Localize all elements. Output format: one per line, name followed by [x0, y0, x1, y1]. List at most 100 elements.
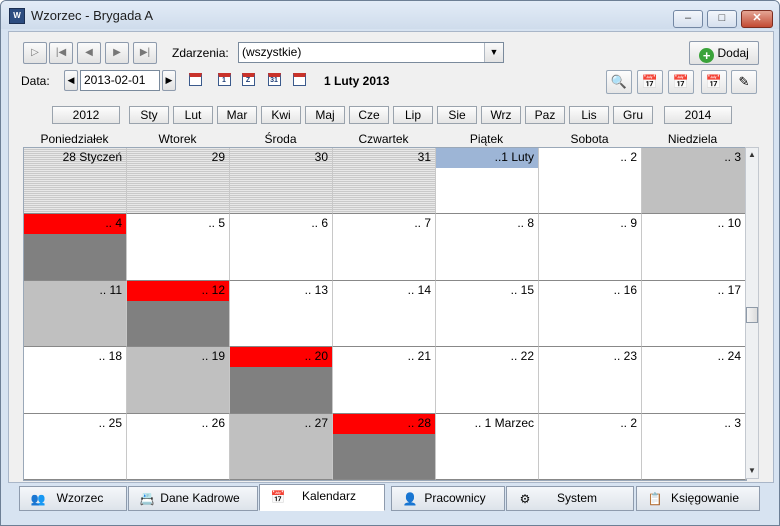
month-button[interactable]: Lip	[393, 106, 433, 124]
month-button[interactable]: Lis	[569, 106, 609, 124]
tab-wzorzec[interactable]: 👥 Wzorzec	[19, 486, 127, 511]
calendar-day-cell[interactable]: .. 24	[642, 347, 746, 414]
calendar-day-cell[interactable]: .. 28	[333, 413, 436, 480]
bottom-tabs: 👥 Wzorzec 📇 Dane Kadrowe 📅 Kalendarz 👤 Pracowni…	[19, 484, 760, 512]
calendar-day-cell[interactable]: .. 4	[24, 214, 127, 281]
calendar-day-cell[interactable]: .. 17	[642, 280, 746, 348]
list-view-icon[interactable]	[289, 70, 309, 90]
calendar-day-cell[interactable]: .. 5	[127, 214, 230, 281]
calendar-day-cell[interactable]: .. 6	[230, 214, 333, 281]
day-header: Środa	[264, 132, 297, 146]
calendar-user-icon[interactable]: 📅	[637, 70, 663, 94]
close-button[interactable]: ✕	[741, 10, 773, 28]
maximize-button[interactable]: □	[707, 10, 737, 28]
calendar-day-cell[interactable]: .. 27	[230, 413, 333, 480]
calendar-day-cell[interactable]: .. 18	[24, 347, 127, 414]
month-button[interactable]: Cze	[349, 106, 389, 124]
month-button[interactable]: Kwi	[261, 106, 301, 124]
tab-ksiegowanie[interactable]: 📋 Księgowanie	[636, 486, 760, 511]
calendar-day-cell[interactable]: 29	[127, 148, 230, 215]
calendar-day-cell[interactable]: .. 25	[24, 413, 127, 480]
events-select[interactable]: (wszystkie) ▼	[238, 42, 504, 63]
calendar-day-cell[interactable]: .. 2	[539, 148, 642, 215]
calendar-day-cell[interactable]: .. 23	[539, 347, 642, 414]
calendar-day-cell[interactable]: .. 10	[642, 214, 746, 281]
calendar-day-cell[interactable]: .. 21	[333, 347, 436, 414]
calendar-day-cell[interactable]: .. 15	[436, 280, 539, 348]
vertical-scrollbar[interactable]: ▲ ▼	[745, 147, 759, 479]
calendar-day-cell[interactable]: .. 14	[333, 280, 436, 348]
scroll-up-icon[interactable]: ▲	[746, 149, 758, 161]
day-number: .. 2	[620, 415, 637, 430]
tab-system[interactable]: ⚙ System	[506, 486, 634, 511]
day-header: Poniedziałek	[40, 132, 109, 146]
day-number: .. 21	[407, 349, 431, 364]
date-prev-button[interactable]: ◀	[64, 70, 78, 91]
calendar-clock-icon[interactable]: 📅	[668, 70, 694, 94]
last-button[interactable]: ▶|	[133, 42, 157, 64]
events-label: Zdarzenia:	[172, 46, 229, 60]
calendar-day-cell[interactable]: .. 20	[230, 347, 333, 414]
search-icon[interactable]: 🔍	[606, 70, 632, 94]
calendar-day-cell[interactable]: .. 26	[127, 413, 230, 480]
day-header: Niedziela	[667, 132, 718, 146]
scroll-thumb[interactable]	[746, 307, 758, 323]
day-header: Piątek	[469, 132, 504, 146]
month-button[interactable]: Maj	[305, 106, 345, 124]
window-title: Wzorzec - Brygada A	[31, 8, 154, 23]
title-bar[interactable]: W Wzorzec - Brygada A – □ ✕	[1, 1, 779, 29]
month-button[interactable]: Gru	[613, 106, 653, 124]
month-button[interactable]: Sie	[437, 106, 477, 124]
play-button[interactable]: ▷	[23, 42, 47, 64]
tab-system-label: System	[556, 491, 597, 505]
date-next-button[interactable]: ▶	[162, 70, 176, 91]
calendar-day-cell[interactable]: 30	[230, 148, 333, 215]
next-button[interactable]: ▶	[105, 42, 129, 64]
day-view-icon[interactable]: 1	[214, 70, 234, 90]
add-button[interactable]: + Dodaj	[689, 41, 759, 65]
week-view-icon[interactable]: Z	[238, 70, 258, 90]
chevron-down-icon[interactable]: ▼	[484, 43, 503, 62]
month-grid-icon[interactable]	[185, 70, 205, 90]
calendar-day-cell[interactable]: .. 2	[539, 413, 642, 480]
calendar-day-cell[interactable]: 28 Styczeń	[24, 148, 127, 215]
calendar-day-cell[interactable]: .. 16	[539, 280, 642, 348]
tab-pracownicy[interactable]: 👤 Pracownicy	[391, 486, 505, 511]
calendar-day-cell[interactable]: 31	[333, 148, 436, 215]
month-button[interactable]: Paz	[525, 106, 565, 124]
calendar-day-cell[interactable]: .. 11	[24, 280, 127, 348]
main-window: W Wzorzec - Brygada A – □ ✕ ▷ |◀ ◀ ▶ ▶| Zdar…	[0, 0, 780, 526]
month-view-icon[interactable]: 31	[264, 70, 284, 90]
day-number: .. 19	[201, 349, 225, 364]
calendar-day-cell[interactable]: .. 7	[333, 214, 436, 281]
prev-button[interactable]: ◀	[77, 42, 101, 64]
minimize-button[interactable]: –	[673, 10, 703, 28]
month-button[interactable]: Lut	[173, 106, 213, 124]
calendar-grid-icon[interactable]: 📅	[701, 70, 727, 94]
calendar-day-cell[interactable]: .. 3	[642, 148, 746, 215]
day-number: .. 16	[613, 282, 637, 297]
month-button[interactable]: Mar	[217, 106, 257, 124]
month-button[interactable]: Wrz	[481, 106, 521, 124]
first-button[interactable]: |◀	[49, 42, 73, 64]
calendar-day-cell[interactable]: ..1 Luty	[436, 148, 539, 215]
calendar-day-cell[interactable]: .. 19	[127, 347, 230, 414]
calendar-day-cell[interactable]: .. 9	[539, 214, 642, 281]
calendar-day-cell[interactable]: .. 3	[642, 413, 746, 480]
date-input[interactable]: 2013-02-01	[80, 70, 160, 91]
pencil-icon[interactable]: ✎	[731, 70, 757, 94]
tab-dane-kadrowe[interactable]: 📇 Dane Kadrowe	[128, 486, 258, 511]
calendar-grid: 28 Styczeń 29 30 31 ..1 Luty .. 2 .. 3 .. 4 .. 5…	[23, 147, 747, 481]
year-prev-button[interactable]: 2012	[52, 106, 120, 124]
calendar-day-cell[interactable]: .. 12	[127, 280, 230, 348]
tab-kalendarz[interactable]: 📅 Kalendarz	[259, 484, 385, 511]
year-next-button[interactable]: 2014	[664, 106, 732, 124]
day-number: .. 12	[201, 282, 225, 297]
calendar-day-cell[interactable]: .. 1 Marzec	[436, 413, 539, 480]
calendar-day-cell[interactable]: .. 22	[436, 347, 539, 414]
week-view-icon-glyph: Z	[241, 73, 255, 86]
calendar-day-cell[interactable]: .. 13	[230, 280, 333, 348]
month-button[interactable]: Sty	[129, 106, 169, 124]
scroll-down-icon[interactable]: ▼	[746, 465, 758, 477]
calendar-day-cell[interactable]: .. 8	[436, 214, 539, 281]
